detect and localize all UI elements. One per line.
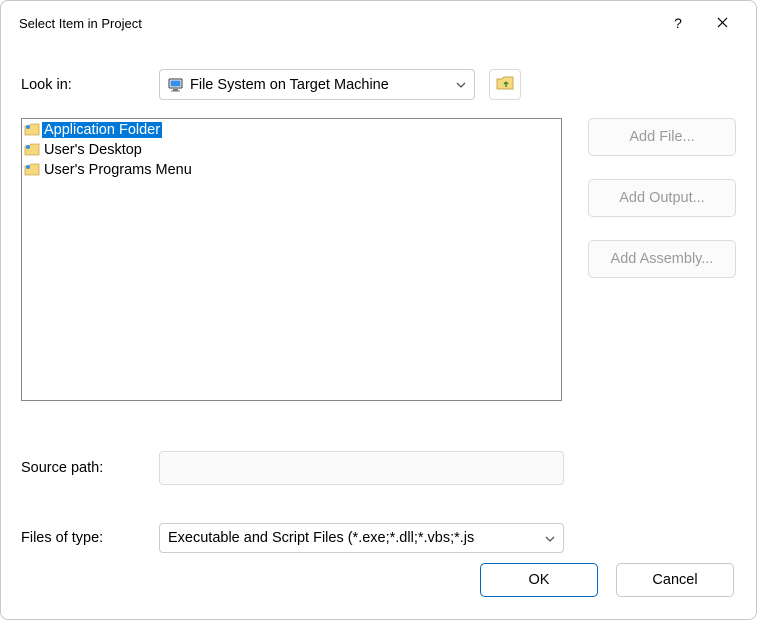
tree-item-label: Application Folder (42, 122, 162, 138)
dialog-footer: OK Cancel (1, 563, 756, 619)
lookin-selected: File System on Target Machine (190, 77, 456, 93)
lookin-combo[interactable]: File System on Target Machine (159, 69, 475, 100)
ok-button[interactable]: OK (480, 563, 598, 597)
folder-icon (24, 122, 40, 138)
files-row: Files of type: Executable and Script Fil… (21, 523, 736, 553)
files-label: Files of type: (21, 530, 159, 546)
folder-listbox[interactable]: Application Folder User's Desktop User's… (21, 118, 562, 401)
files-type-selected: Executable and Script Files (*.exe;*.dll… (168, 530, 545, 546)
title-bar: Select Item in Project ? (1, 1, 756, 41)
tree-item-application-folder[interactable]: Application Folder (22, 120, 561, 140)
lookin-row: Look in: File System on Target Machine (21, 69, 736, 100)
source-path-field (159, 451, 564, 485)
tree-item-label: User's Programs Menu (42, 162, 194, 178)
add-output-button[interactable]: Add Output... (588, 179, 736, 217)
tree-item-label: User's Desktop (42, 142, 144, 158)
folder-up-icon (496, 75, 514, 94)
tree-item-users-programs-menu[interactable]: User's Programs Menu (22, 160, 561, 180)
chevron-down-icon (545, 530, 555, 546)
computer-icon (168, 78, 184, 92)
tree-item-users-desktop[interactable]: User's Desktop (22, 140, 561, 160)
dialog-title: Select Item in Project (19, 16, 656, 31)
files-type-combo[interactable]: Executable and Script Files (*.exe;*.dll… (159, 523, 564, 553)
close-button[interactable] (700, 9, 744, 37)
help-icon: ? (674, 15, 682, 31)
close-icon (717, 15, 728, 31)
folder-icon (24, 162, 40, 178)
side-buttons: Add File... Add Output... Add Assembly..… (588, 118, 736, 421)
up-folder-button[interactable] (489, 69, 521, 100)
main-row: Application Folder User's Desktop User's… (21, 118, 736, 421)
folder-icon (24, 142, 40, 158)
lookin-label: Look in: (21, 77, 159, 93)
source-row: Source path: (21, 451, 736, 485)
add-file-button[interactable]: Add File... (588, 118, 736, 156)
cancel-button[interactable]: Cancel (616, 563, 734, 597)
help-button[interactable]: ? (656, 9, 700, 37)
dialog-window: Select Item in Project ? Look in: File S… (0, 0, 757, 620)
dialog-content: Look in: File System on Target Machine (1, 41, 756, 563)
chevron-down-icon (456, 79, 466, 91)
source-label: Source path: (21, 460, 159, 476)
add-assembly-button[interactable]: Add Assembly... (588, 240, 736, 278)
